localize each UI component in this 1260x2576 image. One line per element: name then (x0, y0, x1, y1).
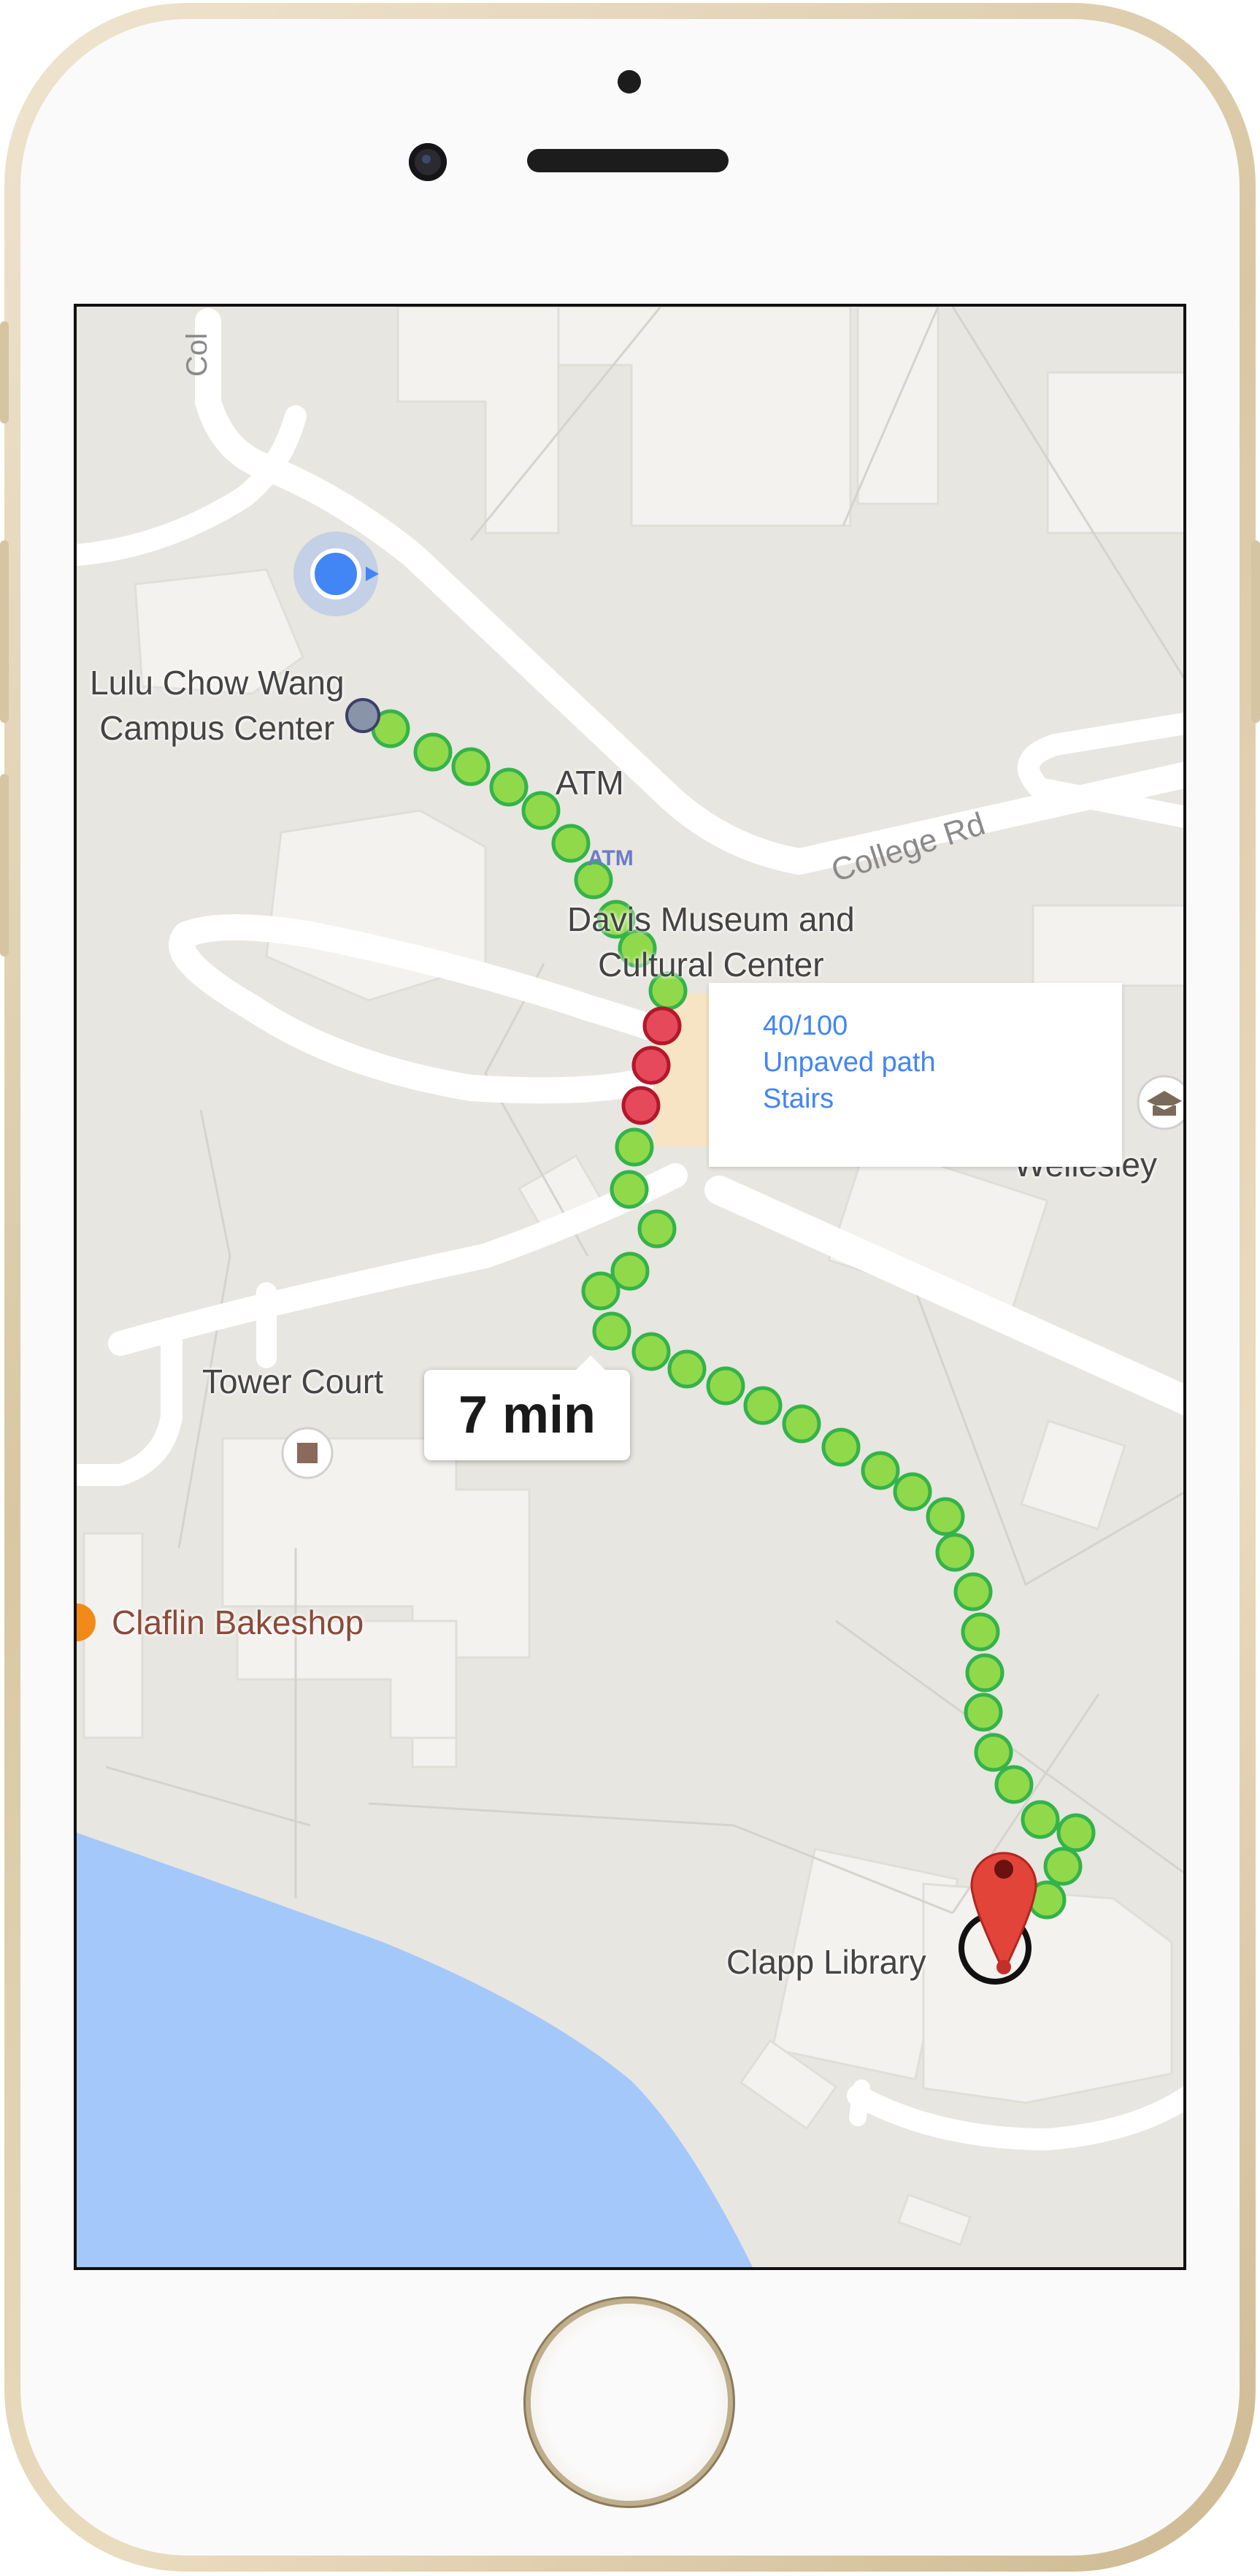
route-dot-accessible (581, 1271, 621, 1311)
route-dot-accessible (974, 1733, 1013, 1772)
lodging-poi-icon[interactable] (281, 1427, 334, 1479)
route-dot-accessible (1021, 1800, 1060, 1839)
school-poi-icon[interactable] (1137, 1075, 1186, 1130)
route-dot-accessible (893, 1472, 932, 1511)
route-dot-accessible (935, 1533, 975, 1572)
route-dot-obstacle (642, 1006, 682, 1046)
route-dot-obstacle (631, 1046, 671, 1085)
route-dot-accessible (964, 1693, 1003, 1732)
atm-label: ATM (556, 764, 624, 802)
route-dot-accessible (615, 1127, 654, 1167)
route-dot-accessible (637, 1209, 677, 1249)
route-dot-accessible (610, 1170, 649, 1209)
route-dot-accessible (953, 1572, 993, 1611)
route-dot-accessible (782, 1404, 821, 1444)
eta-badge[interactable]: 7 min (424, 1370, 630, 1460)
route-dot-accessible (1043, 1847, 1083, 1886)
claflin-bakeshop-label: Claflin Bakeshop (112, 1603, 364, 1641)
route-dot-accessible (965, 1653, 1004, 1693)
power-button (1251, 540, 1260, 723)
route-info-popup[interactable]: 40/100 Unpaved path Stairs (709, 983, 1122, 1167)
college-road-partial-label: Col (181, 333, 213, 377)
route-dot-accessible (551, 824, 591, 863)
map-canvas[interactable]: ATM College Rd Col (77, 307, 1186, 2270)
surface-warning: Unpaved path (763, 1047, 936, 1078)
route-dot-accessible (821, 1427, 861, 1467)
home-button[interactable] (531, 2304, 728, 2501)
route-dot-accessible (926, 1497, 965, 1536)
route-dot-accessible (521, 791, 561, 830)
route-dot-accessible (706, 1366, 745, 1406)
mute-switch (0, 321, 9, 423)
route-dot-obstacle (621, 1086, 661, 1125)
campus-center-marker (345, 698, 380, 733)
route-dot-accessible (592, 1311, 631, 1351)
tower-court-label: Tower Court (202, 1362, 383, 1400)
clapp-library-label: Clapp Library (726, 1943, 926, 1981)
obstacle-warning: Stairs (763, 1084, 834, 1114)
route-dot-accessible (489, 767, 529, 807)
route-dot-accessible (743, 1386, 783, 1425)
volume-down-button (0, 774, 9, 957)
accessibility-score: 40/100 (763, 1011, 848, 1041)
route-dot-accessible (667, 1349, 707, 1389)
atm-icon: ATM (588, 846, 634, 870)
route-dot-accessible (994, 1765, 1034, 1804)
route-dot-accessible (413, 732, 453, 772)
route-dot-accessible (961, 1612, 1000, 1652)
campus-center-label: Lulu Chow Wang Campus Center (90, 664, 345, 747)
route-dot-accessible (451, 747, 491, 786)
pin-center (994, 1860, 1013, 1879)
museum-label: Davis Museum and Cultural Center (567, 900, 855, 984)
pin-tip (996, 1960, 1011, 1974)
map-screen[interactable]: ATM College Rd Col Lulu Chow Wang Campus… (74, 304, 1186, 2270)
front-camera (409, 143, 447, 181)
route-dot-accessible (1056, 1813, 1096, 1852)
volume-up-button (0, 540, 9, 723)
route-dot-accessible (861, 1451, 900, 1490)
proximity-sensor (618, 70, 641, 93)
route-dot-accessible (631, 1332, 671, 1371)
earpiece-speaker (527, 149, 729, 172)
